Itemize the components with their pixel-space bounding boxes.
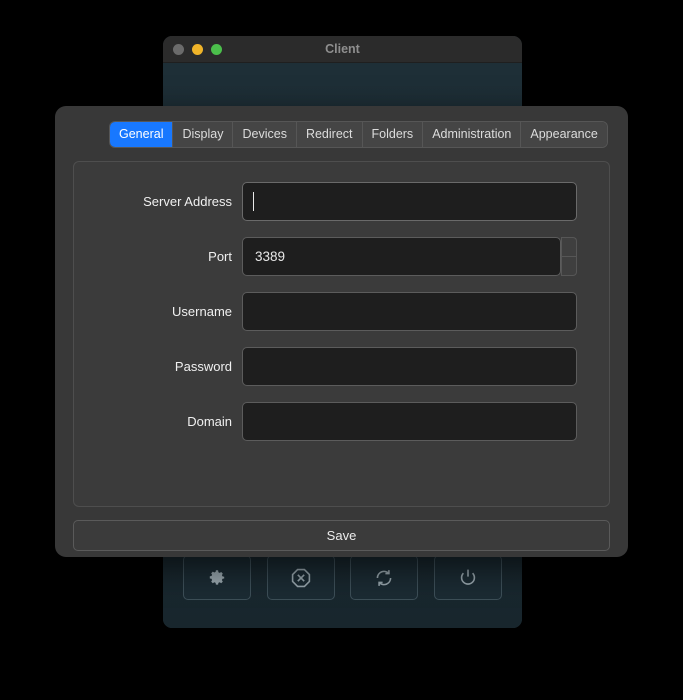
settings-dialog: General Display Devices Redirect Folders… xyxy=(55,106,628,557)
power-icon xyxy=(457,567,479,589)
server-address-input[interactable] xyxy=(242,182,577,221)
reconnect-tool-button[interactable] xyxy=(350,555,419,600)
port-field-wrap xyxy=(242,237,577,276)
tab-appearance[interactable]: Appearance xyxy=(521,122,607,147)
port-label: Port xyxy=(208,249,232,264)
x-octagon-icon xyxy=(290,567,312,589)
tab-display[interactable]: Display xyxy=(173,122,234,147)
domain-field-wrap xyxy=(242,402,577,441)
port-stepper-down[interactable] xyxy=(561,256,577,276)
general-settings-form: Server Address Port Username xyxy=(73,161,610,507)
settings-tool-button[interactable] xyxy=(183,555,251,600)
text-caret xyxy=(253,192,254,211)
tab-folders[interactable]: Folders xyxy=(362,122,424,147)
domain-label: Domain xyxy=(187,414,232,429)
disconnect-tool-button[interactable] xyxy=(266,555,335,600)
form-row-port: Port xyxy=(74,237,577,276)
password-input[interactable] xyxy=(242,347,577,386)
save-button[interactable]: Save xyxy=(73,520,610,551)
form-row-domain: Domain xyxy=(74,402,577,441)
refresh-icon xyxy=(373,567,395,589)
password-label: Password xyxy=(174,359,232,374)
port-input[interactable] xyxy=(242,237,561,276)
username-input[interactable] xyxy=(242,292,577,331)
gear-icon xyxy=(207,568,227,588)
tab-redirect[interactable]: Redirect xyxy=(296,122,363,147)
client-toolbar xyxy=(183,555,502,600)
tab-devices[interactable]: Devices xyxy=(233,122,297,147)
port-stepper-up[interactable] xyxy=(561,237,577,256)
server-address-label: Server Address xyxy=(143,194,232,209)
port-stepper[interactable] xyxy=(561,237,577,276)
password-field-wrap xyxy=(242,347,577,386)
window-title: Client xyxy=(325,42,360,56)
server-address-field-wrap xyxy=(242,182,577,221)
username-field-wrap xyxy=(242,292,577,331)
username-label: Username xyxy=(172,304,232,319)
settings-tab-bar: General Display Devices Redirect Folders… xyxy=(110,122,607,147)
client-titlebar[interactable]: Client xyxy=(163,36,522,63)
domain-input[interactable] xyxy=(242,402,577,441)
tab-general[interactable]: General xyxy=(110,122,174,147)
form-row-password: Password xyxy=(74,347,577,386)
form-row-server-address: Server Address xyxy=(74,182,577,221)
screen: Client General Display Devices Redirect … xyxy=(0,0,683,700)
power-tool-button[interactable] xyxy=(433,555,502,600)
tab-administration[interactable]: Administration xyxy=(423,122,522,147)
form-row-username: Username xyxy=(74,292,577,331)
